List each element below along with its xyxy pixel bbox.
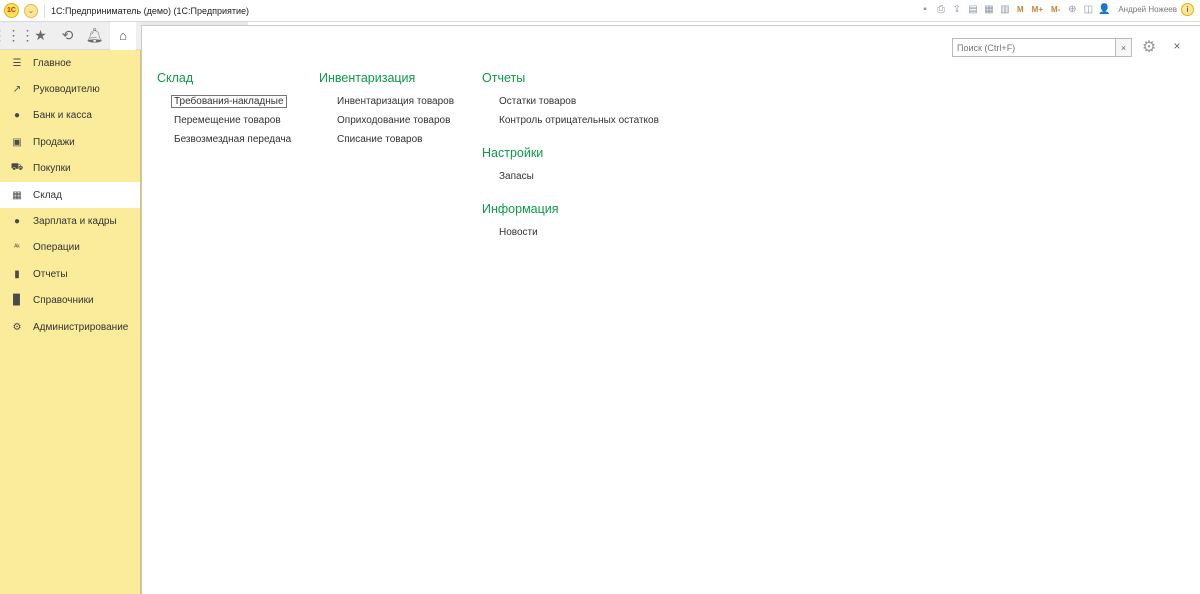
link-news[interactable]: Новости <box>499 227 538 238</box>
sidebar-item-main[interactable]: ☰ Главное <box>0 50 140 76</box>
link-goods-writeoff[interactable]: Списание товаров <box>337 134 422 145</box>
sidebar-item-label: Главное <box>33 57 72 69</box>
main-panel: × ⚙ × Склад Требования-накладные Перемещ… <box>141 25 1200 594</box>
sidebar-item-label: Склад <box>33 189 62 201</box>
settings-gear-icon[interactable]: ⚙ <box>1139 37 1159 57</box>
section-title-sklad: Склад <box>157 71 194 85</box>
cart-icon: ⛟ <box>10 162 24 174</box>
link-goods-transfer[interactable]: Перемещение товаров <box>174 115 281 126</box>
link-negative-balance-control[interactable]: Контроль отрицательных остатков <box>499 115 659 126</box>
sidebar-item-purchases[interactable]: ⛟ Покупки <box>0 156 140 182</box>
sidebar-item-sales[interactable]: ▣ Продажи <box>0 129 140 155</box>
home-icon[interactable]: ⌂ <box>110 21 136 50</box>
memory-m-minus-button[interactable]: M- <box>1049 5 1062 14</box>
main-menu-button[interactable]: ⌄ <box>24 3 38 18</box>
print-icon[interactable]: ⎙ <box>935 4 947 16</box>
sidebar-item-label: Администрирование <box>33 321 129 333</box>
link-free-transfer[interactable]: Безвозмездная передача <box>174 134 291 145</box>
calculator-icon[interactable]: ▦ <box>983 4 995 16</box>
panels-icon[interactable]: ◫ <box>1082 4 1094 16</box>
coin-icon: ● <box>13 110 21 122</box>
sidebar-item-warehouse[interactable]: ▦ Склад <box>0 181 140 209</box>
window-title: 1С:Предприниматель (демо) (1С:Предприяти… <box>51 5 250 16</box>
memory-m-button[interactable]: M <box>1015 5 1026 14</box>
sidebar-item-label: Руководителю <box>33 84 100 96</box>
title-bar-tools: ▪ ⎙ ⇪ ▤ ▦ ▥ M M+ M- ⊕ ◫ 👤 Андрей Ножеев … <box>919 3 1194 16</box>
user-icon: 👤 <box>1098 4 1111 15</box>
operations-icon: ᴬᵏ <box>14 244 20 252</box>
link-stocks[interactable]: Запасы <box>499 171 534 182</box>
section-title-inventory: Инвентаризация <box>319 71 416 85</box>
sidebar-item-reports[interactable]: ▮ Отчеты <box>0 261 140 287</box>
upload-icon[interactable]: ⇪ <box>951 4 963 16</box>
favorites-star-icon[interactable]: ★ <box>27 22 54 50</box>
barchart-icon: ▮ <box>14 268 20 280</box>
nav-toolbar: ⋮⋮⋮ ★ ⟲ 🔔︎ ⌂ <box>0 21 141 50</box>
sidebar-item-label: Зарплата и кадры <box>33 216 117 228</box>
link-goods-receipt[interactable]: Оприходование товаров <box>337 115 450 126</box>
person-icon: ● <box>13 216 21 228</box>
section-title-info: Информация <box>482 202 559 216</box>
history-icon[interactable]: ⟲ <box>54 22 81 50</box>
chevron-down-icon: ⌄ <box>27 5 35 15</box>
1c-logo-icon: 1С <box>4 3 19 18</box>
sidebar-item-label: Покупки <box>33 163 71 175</box>
link-goods-balance[interactable]: Остатки товаров <box>499 96 576 107</box>
calendar-icon[interactable]: ▥ <box>999 4 1011 16</box>
search-clear-button[interactable]: × <box>1115 39 1131 56</box>
link-goods-inventory[interactable]: Инвентаризация товаров <box>337 96 454 107</box>
gear-icon: ⚙ <box>12 321 22 333</box>
sidebar-item-admin[interactable]: ⚙ Администрирование <box>0 314 140 340</box>
search-box: × <box>952 38 1132 57</box>
trend-icon: ↗ <box>12 84 22 96</box>
sidebar-item-label: Справочники <box>33 295 94 307</box>
user-name[interactable]: Андрей Ножеев <box>1118 5 1177 14</box>
link-requirements-invoices[interactable]: Требования-накладные <box>171 95 287 108</box>
preview-icon[interactable]: ▤ <box>967 4 979 16</box>
save-icon[interactable]: ▪ <box>919 4 931 16</box>
sidebar-item-references[interactable]: ▉ Справочники <box>0 288 140 314</box>
sidebar-item-label: Операции <box>33 242 80 254</box>
sidebar-item-operations[interactable]: ᴬᵏ Операции <box>0 235 140 261</box>
sidebar-item-manager[interactable]: ↗ Руководителю <box>0 76 140 102</box>
sidebar-item-label: Банк и касса <box>33 110 92 122</box>
sidebar-item-salary[interactable]: ● Зарплата и кадры <box>0 208 140 234</box>
section-title-settings: Настройки <box>482 146 544 160</box>
sidebar-item-label: Продажи <box>33 136 75 148</box>
sidebar-item-bank[interactable]: ● Банк и касса <box>0 103 140 129</box>
info-icon[interactable]: i <box>1181 3 1194 16</box>
section-title-reports: Отчеты <box>482 71 526 85</box>
list-icon: ☰ <box>12 57 22 69</box>
title-bar: 1С ⌄ 1С:Предприниматель (демо) (1С:Предп… <box>0 0 1200 22</box>
sidebar: ☰ Главное ↗ Руководителю ● Банк и касса … <box>0 50 141 594</box>
zoom-icon[interactable]: ⊕ <box>1066 4 1078 16</box>
memory-m-plus-button[interactable]: M+ <box>1030 5 1045 14</box>
bag-icon: ▣ <box>12 136 22 148</box>
grid-icon: ▦ <box>12 189 22 201</box>
search-input[interactable] <box>953 39 1115 56</box>
bell-icon[interactable]: 🔔︎ <box>81 22 108 50</box>
title-separator <box>44 3 45 18</box>
apps-grid-icon[interactable]: ⋮⋮⋮ <box>0 22 35 50</box>
book-icon: ▉ <box>13 295 21 307</box>
sidebar-item-label: Отчеты <box>33 268 68 280</box>
close-button[interactable]: × <box>1170 39 1184 53</box>
